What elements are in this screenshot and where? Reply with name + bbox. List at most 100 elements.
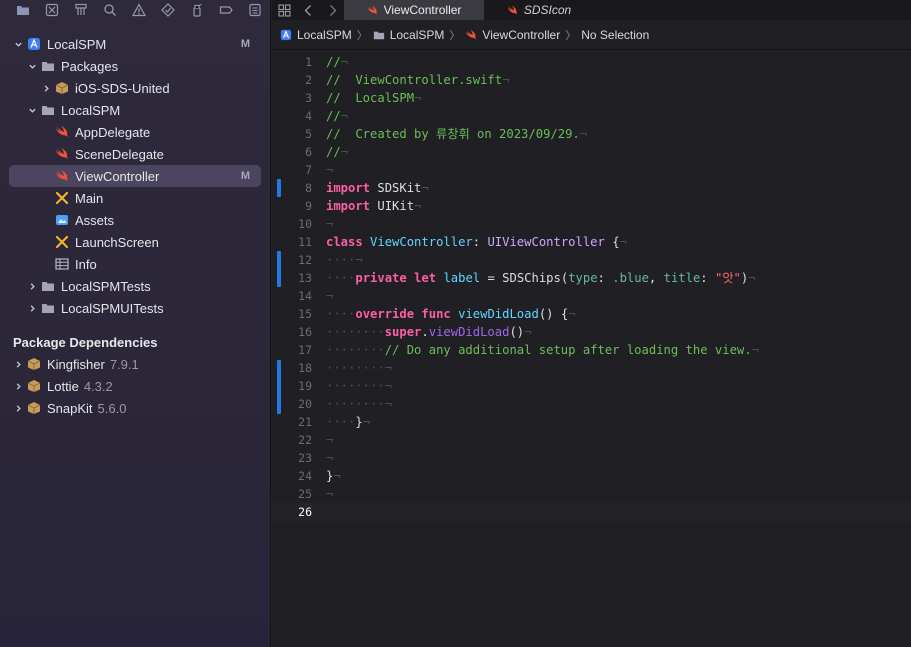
forward-chevron-icon[interactable] xyxy=(320,0,344,20)
code-line-current[interactable]: 26 xyxy=(272,503,911,521)
tab-sdsicon[interactable]: SDSIcon xyxy=(484,0,594,20)
tab-viewcontroller[interactable]: ViewController xyxy=(344,0,484,20)
dependency-version: 4.3.2 xyxy=(83,378,113,394)
tree-row-file[interactable]: AppDelegate xyxy=(0,121,270,143)
tab-label: SDSIcon xyxy=(523,3,572,17)
tree-row-packages[interactable]: Packages xyxy=(0,55,270,77)
tree-row-uitests[interactable]: LocalSPMUITests xyxy=(0,297,270,319)
package-icon xyxy=(54,80,70,96)
code-token: "앗" xyxy=(714,271,741,285)
breadcrumb-group[interactable]: LocalSPM xyxy=(373,28,444,42)
code-line: 16 ········super.viewDidLoad()¬ xyxy=(272,323,911,341)
code-token: () xyxy=(538,307,554,321)
chevron-right-icon[interactable] xyxy=(26,280,38,292)
chevron-right-icon[interactable] xyxy=(12,358,24,370)
breadcrumb-file[interactable]: ViewController xyxy=(465,28,560,42)
code-line: 20 ········¬ xyxy=(272,395,911,413)
tree-row-file[interactable]: Info xyxy=(0,253,270,275)
report-icon[interactable] xyxy=(241,0,270,20)
code-line: 1 //¬ xyxy=(272,53,911,71)
code-token: title xyxy=(663,271,701,285)
code-text: ····override func viewDidLoad() {¬ xyxy=(326,307,576,321)
code-text: // ViewController.swift¬ xyxy=(326,73,510,87)
file-label: Info xyxy=(75,256,97,272)
symbol-hierarchy-icon[interactable] xyxy=(66,0,95,20)
chevron-down-icon[interactable] xyxy=(12,38,24,50)
grid-menu-icon[interactable] xyxy=(272,0,296,20)
tree-row-file[interactable]: Main xyxy=(0,187,270,209)
xcode-project-icon xyxy=(26,36,42,52)
file-label: LaunchScreen xyxy=(75,234,159,250)
tree-row-group-localspm[interactable]: LocalSPM xyxy=(0,99,270,121)
code-line: 11 class ViewController: UIViewController… xyxy=(272,233,911,251)
code-line: 4 //¬ xyxy=(272,107,911,125)
code-text: ····}¬ xyxy=(326,415,371,429)
code-text: ········// Do any additional setup after… xyxy=(326,343,759,357)
swift-file-icon xyxy=(466,29,477,39)
package-icon xyxy=(26,378,42,394)
line-number: 18 xyxy=(298,361,312,375)
code-text: ····private let label = SDSChips(type: .… xyxy=(326,271,756,285)
code-token: private xyxy=(355,271,407,285)
code-token: label xyxy=(443,271,481,285)
code-token: // xyxy=(326,109,341,123)
code-line: 5 // Created by 류창휘 on 2023/09/29.¬ xyxy=(272,125,911,143)
tree-row-tests[interactable]: LocalSPMTests xyxy=(0,275,270,297)
dependency-version: 5.6.0 xyxy=(97,400,127,416)
dependency-label: Lottie 4.3.2 xyxy=(47,379,113,394)
chevron-right-icon[interactable] xyxy=(12,402,24,414)
search-icon[interactable] xyxy=(95,0,124,20)
warning-icon[interactable] xyxy=(124,0,153,20)
swift-file-icon xyxy=(54,168,70,184)
code-token: viewDidLoad xyxy=(458,307,539,321)
package-label: iOS-SDS-United xyxy=(75,80,170,96)
line-number: 8 xyxy=(305,181,312,195)
breadcrumb-selection[interactable]: No Selection xyxy=(581,28,649,42)
code-text: class ViewController: UIViewController {… xyxy=(326,235,627,249)
tree-row-file[interactable]: SceneDelegate xyxy=(0,143,270,165)
code-token: { xyxy=(604,235,620,249)
source-editor: ViewController SDSIcon LocalSPM 〉 LocalS… xyxy=(272,0,911,647)
back-chevron-icon[interactable] xyxy=(296,0,320,20)
breadcrumb-project[interactable]: LocalSPM xyxy=(280,28,352,42)
group-label: LocalSPMUITests xyxy=(61,300,164,316)
navigator-toolbar xyxy=(0,0,270,20)
debug-spray-icon[interactable] xyxy=(183,0,212,20)
code-token: // LocalSPM xyxy=(326,91,415,105)
line-number: 9 xyxy=(305,199,312,213)
chevron-right-icon[interactable] xyxy=(12,380,24,392)
test-diamond-icon[interactable] xyxy=(154,0,183,20)
chevron-down-icon[interactable] xyxy=(26,60,38,72)
tree-row-ios-sds-united[interactable]: iOS-SDS-United xyxy=(0,77,270,99)
project-label: LocalSPM xyxy=(47,36,107,52)
code-text: }¬ xyxy=(326,469,341,483)
folder-icon xyxy=(40,300,56,316)
tree-row-file[interactable]: LaunchScreen xyxy=(0,231,270,253)
line-number: 5 xyxy=(305,127,312,141)
line-number: 16 xyxy=(298,325,312,339)
code-area[interactable]: 1//¬ 2// ViewController.swift¬ 3// Local… xyxy=(272,51,911,647)
dependency-row[interactable]: SnapKit 5.6.0 xyxy=(0,397,270,419)
code-token: // xyxy=(326,145,341,159)
chevron-right-icon[interactable] xyxy=(26,302,38,314)
dependency-row[interactable]: Lottie 4.3.2 xyxy=(0,375,270,397)
source-control-icon[interactable] xyxy=(37,0,66,20)
file-label: AppDelegate xyxy=(75,124,151,140)
code-token: type xyxy=(568,271,598,285)
breakpoint-icon[interactable] xyxy=(212,0,241,20)
line-number: 15 xyxy=(298,307,312,321)
code-token: override xyxy=(355,307,415,321)
tree-row-project[interactable]: LocalSPM M xyxy=(0,33,270,55)
tree-row-file-selected[interactable]: ViewController M xyxy=(9,165,261,187)
code-line: 18 ········¬ xyxy=(272,359,911,377)
modified-badge: M xyxy=(240,170,250,182)
folder-icon[interactable] xyxy=(8,0,37,20)
swift-file-icon xyxy=(54,124,70,140)
plist-table-icon xyxy=(54,256,70,272)
dependency-row[interactable]: Kingfisher 7.9.1 xyxy=(0,353,270,375)
code-token: UIKit xyxy=(377,199,415,213)
chevron-right-icon[interactable] xyxy=(40,82,52,94)
chevron-down-icon[interactable] xyxy=(26,104,38,116)
line-number: 23 xyxy=(298,451,312,465)
tree-row-file[interactable]: Assets xyxy=(0,209,270,231)
